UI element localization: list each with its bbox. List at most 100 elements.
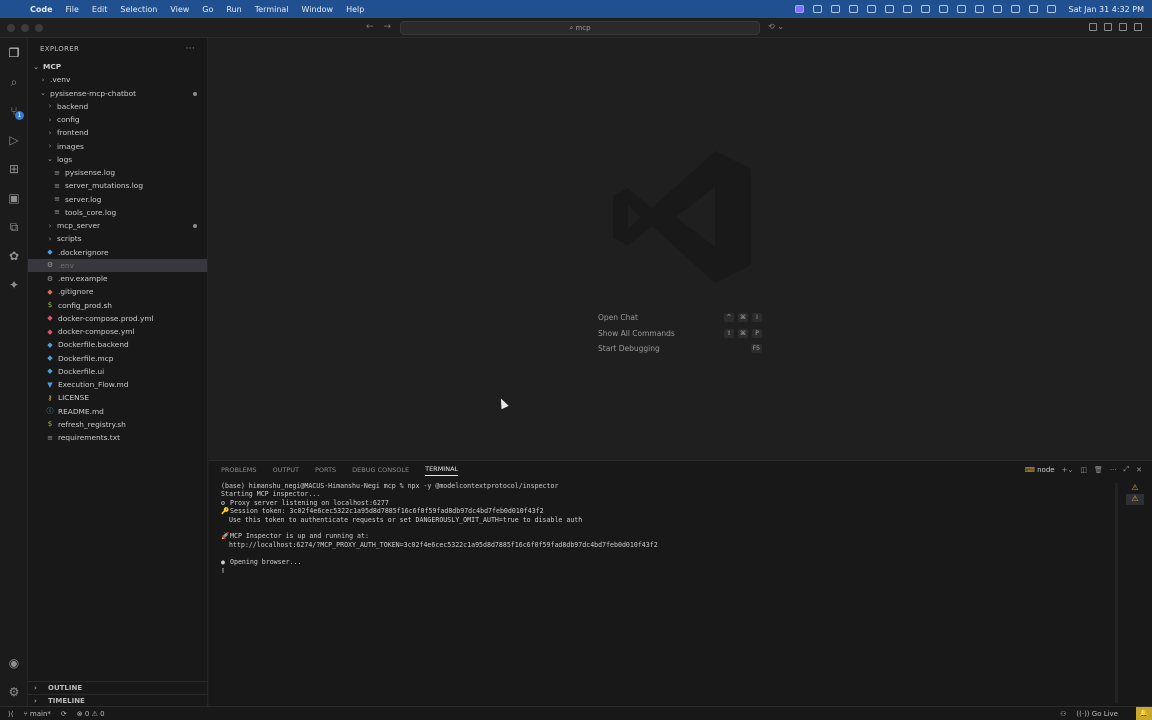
menu-help[interactable]: Help [346, 5, 364, 14]
control-center-icon[interactable] [1046, 5, 1056, 13]
file-item[interactable]: $ refresh_registry.sh [28, 418, 207, 431]
accounts-status-icon[interactable]: ⚇ [1060, 710, 1066, 718]
branch-indicator[interactable]: ⑂ main* [23, 710, 50, 718]
warning-icon[interactable]: ⚠ [1126, 494, 1144, 505]
copilot-icon[interactable]: ⟲ ⌄ [768, 22, 784, 31]
terminal-output[interactable]: (base) himanshu_negi@MACUS-Himanshu-Negi… [221, 482, 1121, 574]
tab-ports[interactable]: PORTS [315, 466, 336, 474]
source-control-icon[interactable]: ⑂ 1 [6, 103, 24, 120]
tray-icon[interactable] [956, 5, 966, 13]
file-item[interactable]: ◆ docker-compose.yml [28, 325, 207, 338]
file-item[interactable]: ⚷ LICENSE [28, 391, 207, 404]
file-item[interactable]: ◆ Dockerfile.ui [28, 365, 207, 378]
remote-indicator-icon[interactable]: ⟩⟨ [8, 710, 13, 718]
file-item[interactable]: ⓘ README.md [28, 405, 207, 418]
folder-item[interactable]: ⌄ logs [28, 153, 207, 166]
file-item[interactable]: ◆ .dockerignore [28, 246, 207, 259]
outline-section[interactable]: › OUTLINE [28, 681, 208, 694]
notifications-bell-icon[interactable]: 🔔 [1136, 707, 1152, 720]
file-item[interactable]: ◆ .gitignore [28, 285, 207, 298]
menu-go[interactable]: Go [202, 5, 213, 14]
welcome-hint[interactable]: Show All Commands ⇧ ⌘ P [598, 326, 762, 342]
file-item[interactable]: ⚙ .env [28, 258, 207, 272]
menu-terminal[interactable]: Terminal [255, 5, 289, 14]
file-item[interactable]: ◆ Dockerfile.mcp [28, 352, 207, 365]
folder-item[interactable]: › .venv [28, 73, 207, 86]
tray-icon[interactable] [830, 5, 840, 13]
extensions-icon[interactable]: ⊞ [6, 161, 22, 177]
file-item[interactable]: ▼ Execution_Flow.md [28, 378, 207, 391]
menu-edit[interactable]: Edit [92, 5, 108, 14]
menu-selection[interactable]: Selection [120, 5, 157, 14]
sync-icon[interactable]: ⟳ [61, 710, 67, 718]
welcome-hint[interactable]: Open Chat ^ ⌘ I [598, 310, 762, 326]
problems-indicator[interactable]: ⊗ 0 ⚠ 0 [77, 710, 105, 718]
folder-item[interactable]: › scripts [28, 232, 207, 245]
menu-window[interactable]: Window [302, 5, 334, 14]
tray-icon[interactable] [884, 5, 894, 13]
forward-arrow-icon[interactable]: → [384, 22, 392, 32]
battery-icon[interactable] [992, 5, 1002, 13]
tab-output[interactable]: OUTPUT [272, 466, 299, 474]
remote-explorer-icon[interactable]: ▣ [6, 190, 22, 206]
go-live-button[interactable]: ((·)) Go Live [1076, 710, 1118, 718]
file-item[interactable]: ≡ server_mutations.log [28, 179, 207, 192]
tray-icon[interactable] [902, 5, 912, 13]
menu-view[interactable]: View [170, 5, 189, 14]
tab-terminal[interactable]: TERMINAL [425, 465, 459, 476]
workspace-root[interactable]: ⌄ MCP [28, 60, 207, 73]
split-terminal-icon[interactable]: ◫ [1080, 466, 1087, 474]
menubar-clock[interactable]: Sat Jan 31 4:32 PM [1069, 5, 1145, 14]
settings-gear-icon[interactable]: ⚙ [6, 684, 22, 700]
chatgpt-icon[interactable]: ✿ [6, 248, 22, 264]
terminal-selector[interactable]: ⌨ node [1025, 466, 1055, 474]
tray-icon[interactable] [866, 5, 876, 13]
folder-item[interactable]: › frontend [28, 126, 207, 139]
tray-icon[interactable] [848, 5, 858, 13]
menu-run[interactable]: Run [226, 5, 241, 14]
folder-item[interactable]: › mcp_server [28, 219, 207, 232]
more-actions-icon[interactable]: ··· [1110, 466, 1117, 474]
close-panel-icon[interactable]: ✕ [1136, 466, 1142, 474]
toggle-sidebar-icon[interactable] [1104, 23, 1112, 31]
explorer-icon[interactable]: ❐ [6, 45, 22, 61]
maximize-panel-icon[interactable]: ⤢ [1124, 465, 1130, 474]
customize-layout-icon[interactable] [1089, 23, 1097, 31]
gemini-icon[interactable]: ✦ [6, 277, 22, 293]
file-item[interactable]: ≡ server.log [28, 193, 207, 206]
screen-record-icon[interactable] [794, 5, 804, 13]
close-window-button[interactable] [7, 24, 15, 32]
terminal-scrollbar[interactable] [1115, 483, 1118, 703]
wifi-icon[interactable] [1010, 5, 1020, 13]
toggle-secondary-sidebar-icon[interactable] [1134, 23, 1142, 31]
tray-icon[interactable] [920, 5, 930, 13]
search-icon[interactable] [1028, 5, 1038, 13]
account-icon[interactable]: ◉ [6, 655, 22, 671]
kill-terminal-icon[interactable]: 🗑 [1094, 466, 1103, 474]
search-icon[interactable]: ⌕ [6, 74, 22, 90]
file-item[interactable]: ≡ requirements.txt [28, 431, 207, 444]
tray-icon[interactable] [812, 5, 822, 13]
warning-icon[interactable]: ⚠ [1126, 483, 1144, 494]
zoom-window-button[interactable] [35, 24, 43, 32]
folder-item[interactable]: › config [28, 113, 207, 126]
menu-file[interactable]: File [66, 5, 79, 14]
file-item[interactable]: ≡ tools_core.log [28, 206, 207, 219]
menu-app[interactable]: Code [30, 5, 53, 14]
file-item[interactable]: ⚙ .env.example [28, 272, 207, 285]
welcome-hint[interactable]: Start Debugging F5 [598, 341, 762, 357]
toggle-panel-icon[interactable] [1119, 23, 1127, 31]
bluetooth-icon[interactable] [974, 5, 984, 13]
new-terminal-icon[interactable]: +⌄ [1062, 466, 1074, 474]
more-actions-icon[interactable]: ··· [186, 44, 195, 54]
folder-item[interactable]: › backend [28, 100, 207, 113]
folder-item[interactable]: ⌄ pysisense-mcp-chatbot [28, 87, 207, 100]
file-item[interactable]: ◆ Dockerfile.backend [28, 338, 207, 351]
back-arrow-icon[interactable]: ← [366, 22, 374, 32]
editor-area[interactable]: Open Chat ^ ⌘ I Show All Commands ⇧ ⌘ P Start De… [209, 38, 1152, 460]
tab-debug-console[interactable]: DEBUG CONSOLE [352, 466, 409, 474]
tray-icon[interactable] [938, 5, 948, 13]
docker-icon[interactable]: ⧉ [6, 219, 22, 235]
file-item[interactable]: ≡ pysisense.log [28, 166, 207, 179]
minimize-window-button[interactable] [21, 24, 29, 32]
